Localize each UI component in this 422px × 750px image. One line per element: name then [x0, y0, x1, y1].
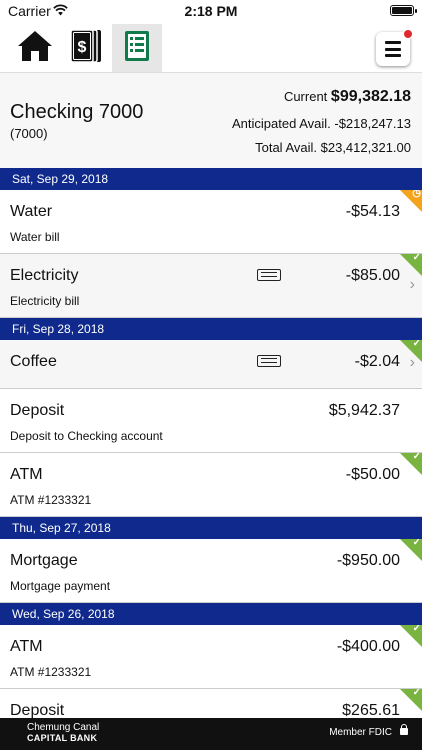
tab-money[interactable]: $	[61, 24, 111, 72]
transaction-name: ATM	[10, 638, 43, 655]
account-number: (7000)	[10, 126, 48, 141]
cleared-check-icon: ✓	[400, 453, 422, 475]
transaction-amount: -$54.13	[345, 203, 400, 220]
transaction-description: Deposit to Checking account	[10, 429, 163, 443]
cleared-check-icon: ✓	[400, 254, 422, 276]
transaction-list[interactable]: Sat, Sep 29, 2018 Water Water bill -$54.…	[0, 168, 422, 718]
receipt-icon[interactable]	[257, 269, 281, 281]
transaction-amount: $265.61	[342, 702, 400, 718]
lock-icon	[400, 724, 408, 735]
transaction-row[interactable]: Mortgage Mortgage payment -$950.00 ✓	[0, 539, 422, 603]
account-name: Checking 7000	[10, 101, 144, 123]
date-header: Wed, Sep 26, 2018	[0, 603, 422, 625]
date-header: Fri, Sep 28, 2018	[0, 318, 422, 340]
cleared-check-icon: ✓	[400, 539, 422, 561]
transaction-name: ATM	[10, 466, 43, 483]
cleared-check-icon: ✓	[400, 625, 422, 647]
transaction-row[interactable]: ATM ATM #1233321 -$50.00 ✓	[0, 453, 422, 517]
transaction-name: Mortgage	[10, 552, 78, 569]
current-balance: Current $99,382.18	[284, 88, 411, 106]
transaction-description: Mortgage payment	[10, 579, 111, 593]
menu-button[interactable]	[376, 29, 413, 66]
pending-clock-icon: ◷	[400, 190, 422, 212]
fdic-label: Member FDIC	[329, 727, 392, 738]
transaction-name: Water	[10, 203, 53, 220]
receipt-icon[interactable]	[257, 355, 281, 367]
cleared-check-icon: ✓	[400, 689, 422, 711]
transaction-row[interactable]: Electricity Electricity bill -$85.00 › ✓	[0, 254, 422, 318]
transaction-amount: $5,942.37	[328, 402, 400, 419]
transaction-amount: -$400.00	[336, 638, 400, 655]
current-balance-value: $99,382.18	[330, 88, 411, 105]
bank-logo-line1: Chemung Canal	[27, 722, 100, 733]
transaction-name: Deposit	[10, 402, 65, 419]
tab-transactions[interactable]	[112, 24, 162, 72]
date-header: Thu, Sep 27, 2018	[0, 517, 422, 539]
status-bar: Carrier 2:18 PM	[0, 0, 422, 22]
transaction-name: Coffee	[10, 353, 57, 370]
transaction-amount: -$85.00	[345, 267, 400, 284]
chevron-right-icon: ›	[409, 354, 415, 371]
transaction-description: Electricity bill	[10, 294, 80, 308]
svg-text:$: $	[78, 39, 87, 56]
current-balance-label: Current	[283, 89, 328, 104]
transaction-description: Water bill	[10, 230, 60, 244]
money-stack-icon: $	[69, 28, 103, 69]
anticipated-balance: Anticipated Avail. -$218,247.13	[231, 116, 411, 131]
transaction-row[interactable]: Deposit Deposit to Checking account $5,9…	[0, 389, 422, 453]
transaction-row[interactable]: Deposit $265.61 ✓	[0, 689, 422, 718]
transaction-name: Deposit	[10, 702, 65, 718]
footer: Chemung Canal CAPITAL BANK Member FDIC	[0, 718, 422, 750]
date-header: Sat, Sep 29, 2018	[0, 168, 422, 190]
transaction-description: ATM #1233321	[10, 493, 92, 507]
bank-logo-line2: CAPITAL BANK	[27, 733, 98, 743]
transaction-row[interactable]: Coffee -$2.04 › ✓	[0, 340, 422, 389]
transaction-row[interactable]: Water Water bill -$54.13 ◷	[0, 190, 422, 254]
chevron-right-icon: ›	[409, 276, 415, 293]
total-balance: Total Avail. $23,412,321.00	[255, 140, 411, 155]
hamburger-menu-icon	[385, 41, 401, 44]
transaction-amount: -$2.04	[354, 353, 400, 370]
transaction-row[interactable]: ATM ATM #1233321 -$400.00 ✓	[0, 625, 422, 689]
transaction-amount: -$950.00	[336, 552, 400, 569]
transaction-name: Electricity	[10, 267, 79, 284]
tab-home[interactable]	[10, 24, 60, 72]
transaction-amount: -$50.00	[345, 466, 400, 483]
list-document-icon	[123, 29, 151, 68]
battery-icon	[390, 5, 417, 16]
notification-badge	[403, 29, 413, 39]
top-nav: $	[0, 24, 422, 72]
clock: 2:18 PM	[184, 3, 238, 19]
transaction-description: ATM #1233321	[10, 665, 92, 679]
home-icon	[16, 29, 54, 68]
account-summary: Checking 7000 (7000) Current $99,382.18 …	[0, 72, 422, 168]
